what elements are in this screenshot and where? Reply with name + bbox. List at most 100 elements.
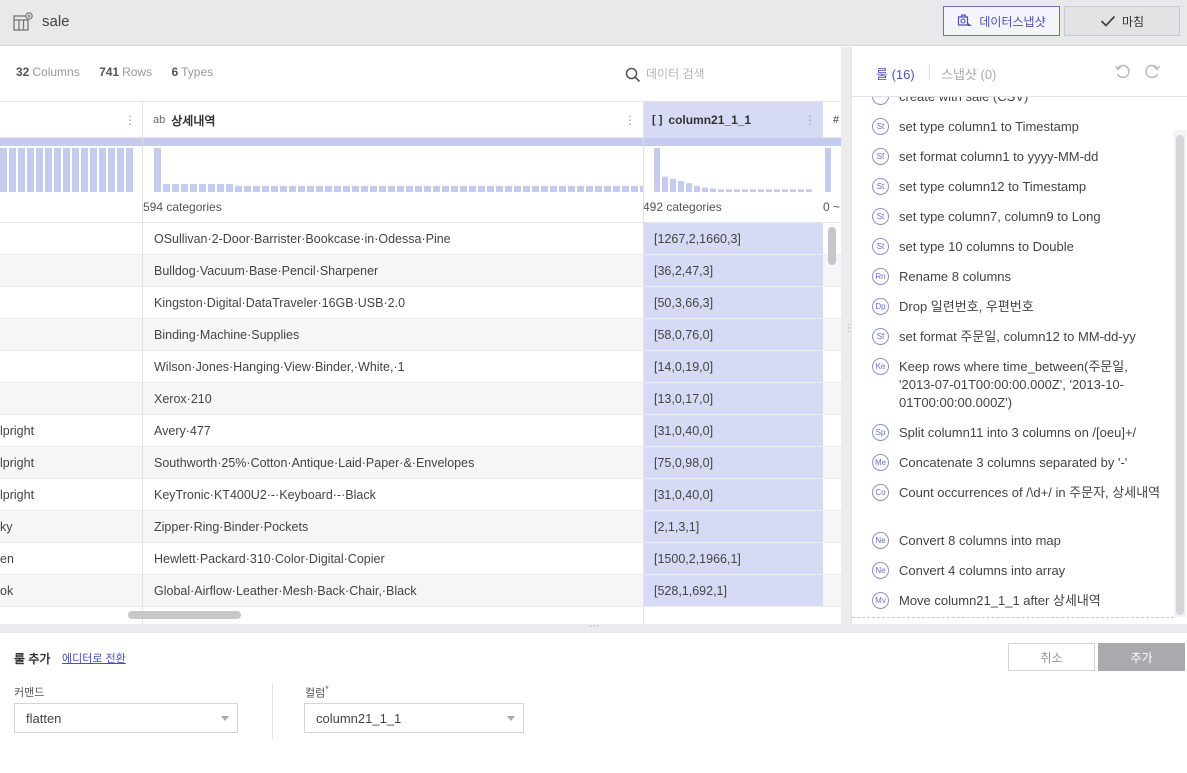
cell-array[interactable]: [2,1,3,1] (643, 511, 823, 542)
histogram-bar[interactable] (613, 185, 620, 192)
histogram-bar[interactable] (352, 185, 359, 192)
histogram-bar[interactable] (325, 185, 332, 192)
cell-desc[interactable]: Zipper·Ring·Binder·Pockets (154, 520, 308, 534)
histogram-bar[interactable] (702, 187, 708, 192)
histogram-bar[interactable] (758, 189, 764, 192)
histogram-bar[interactable] (694, 185, 700, 192)
histogram-bar[interactable] (72, 148, 79, 192)
grid-horizontal-scrollbar[interactable] (0, 607, 841, 621)
cell-desc[interactable]: Hewlett·Packard·310·Color·Digital·Copier (154, 552, 385, 566)
cell-previous[interactable]: en (0, 552, 14, 566)
histogram-bar[interactable] (181, 184, 188, 192)
histogram-bar[interactable] (469, 185, 476, 192)
table-row[interactable]: Xerox·210 [13,0,17,0] (0, 383, 841, 415)
histogram-bar[interactable] (496, 185, 503, 192)
redo-icon[interactable] (1143, 63, 1161, 81)
cell-desc[interactable]: Binding·Machine·Supplies (154, 328, 299, 342)
histogram-bar[interactable] (298, 185, 305, 192)
histogram-bar[interactable] (63, 148, 70, 192)
histogram-bar[interactable] (734, 189, 740, 192)
histogram-bar[interactable] (235, 185, 242, 192)
scroll-thumb[interactable] (828, 227, 836, 265)
histogram-bar[interactable] (523, 185, 530, 192)
cell-array[interactable]: [1267,2,1660,3] (643, 223, 823, 254)
histogram-bar[interactable] (678, 181, 684, 192)
cell-array[interactable]: [1500,2,1966,1] (643, 543, 823, 574)
histogram-bar[interactable] (271, 185, 278, 192)
histogram-bar[interactable] (424, 185, 431, 192)
histogram-bar[interactable] (478, 185, 485, 192)
histogram-bar[interactable] (217, 184, 224, 192)
histogram-bar[interactable] (568, 185, 575, 192)
histogram-bar[interactable] (487, 185, 494, 192)
histogram-bar[interactable] (199, 184, 206, 192)
histogram-bar[interactable] (604, 185, 611, 192)
histogram-bar[interactable] (514, 185, 521, 192)
histogram-bar[interactable] (586, 185, 593, 192)
histogram-bar[interactable] (388, 185, 395, 192)
histogram-bar[interactable] (662, 176, 668, 192)
tab-snapshots[interactable]: 스냅샷 (0) (941, 64, 996, 83)
cell-desc[interactable]: Southworth·25%·Cotton·Antique·Laid·Paper… (154, 456, 474, 470)
cancel-button[interactable]: 취소 (1008, 643, 1095, 671)
cell-desc[interactable]: Kingston·Digital·DataTraveler·16GB·USB·2… (154, 296, 405, 310)
histogram-bar[interactable] (825, 148, 831, 192)
histogram-bar[interactable] (532, 185, 539, 192)
cell-desc[interactable]: Xerox·210 (154, 392, 212, 406)
histogram-bar[interactable] (550, 185, 557, 192)
histogram-bar[interactable] (806, 189, 812, 192)
histogram-bar[interactable] (750, 189, 756, 192)
column-header-selected[interactable]: [ ] column21_1_1 ⋮ (643, 102, 823, 138)
grid-vertical-scrollbar[interactable] (825, 225, 839, 605)
cell-array[interactable]: [75,0,98,0] (643, 447, 823, 478)
histogram-bar[interactable] (244, 185, 251, 192)
cell-array[interactable]: [13,0,17,0] (643, 383, 823, 414)
cell-array[interactable]: [50,3,66,3] (643, 287, 823, 318)
cell-previous[interactable]: lpright (0, 456, 34, 470)
histogram-bar[interactable] (631, 185, 638, 192)
histogram-bar[interactable] (654, 148, 660, 192)
column-header-next[interactable]: # (833, 102, 841, 138)
histogram-bar[interactable] (81, 148, 88, 192)
histogram-bar[interactable] (559, 185, 566, 192)
cell-desc[interactable]: Global·Airflow·Leather·Mesh·Back·Chair,·… (154, 584, 417, 598)
table-row[interactable]: ky Zipper·Ring·Binder·Pockets [2,1,3,1] (0, 511, 841, 543)
table-row[interactable]: Bulldog·Vacuum·Base·Pencil·Sharpener [36,… (0, 255, 841, 287)
switch-to-editor-link[interactable]: 에디터로 전환 (62, 650, 126, 666)
table-row[interactable]: lpright Southworth·25%·Cotton·Antique·Lai… (0, 447, 841, 479)
column-select[interactable]: column21_1_1 (304, 703, 524, 733)
cell-array[interactable]: [31,0,40,0] (643, 479, 823, 510)
histogram-bar[interactable] (379, 185, 386, 192)
histogram-bar[interactable] (154, 148, 161, 192)
histogram-bar[interactable] (433, 185, 440, 192)
histogram-bar[interactable] (361, 185, 368, 192)
histogram-bar[interactable] (280, 185, 287, 192)
histogram-bar[interactable] (710, 188, 716, 192)
horizontal-splitter[interactable]: ⋯ (0, 621, 1187, 633)
histogram-bar[interactable] (415, 185, 422, 192)
histogram-bar[interactable] (27, 148, 34, 192)
column-menu-icon[interactable]: ⋮ (804, 113, 816, 127)
histogram-bar[interactable] (172, 184, 179, 192)
histogram-bar[interactable] (99, 148, 106, 192)
cell-desc[interactable]: OSullivan·2-Door·Barrister·Bookcase·in·O… (154, 232, 451, 246)
histogram-bar[interactable] (577, 185, 584, 192)
histogram-bar[interactable] (397, 185, 404, 192)
histogram-bar[interactable] (774, 189, 780, 192)
histogram-bar[interactable] (9, 148, 16, 192)
table-row[interactable]: lpright Avery·477 [31,0,40,0] (0, 415, 841, 447)
table-row[interactable]: en Hewlett·Packard·310·Color·Digital·Copi… (0, 543, 841, 575)
histogram-bar[interactable] (262, 185, 269, 192)
table-row[interactable]: ok Global·Airflow·Leather·Mesh·Back·Chair… (0, 575, 841, 607)
rule-list-scrollbar[interactable] (1174, 130, 1186, 617)
histogram-bar[interactable] (36, 148, 43, 192)
column-header-desc[interactable]: ab 상세내역 ⋮ (143, 102, 643, 138)
histogram-bar[interactable] (190, 184, 197, 192)
data-snapshot-button[interactable]: 데이터스냅샷 (943, 6, 1060, 36)
histogram-bar[interactable] (0, 148, 7, 192)
column-menu-icon[interactable]: ⋮ (124, 113, 136, 127)
histogram-bar[interactable] (45, 148, 52, 192)
histogram-bar[interactable] (726, 189, 732, 192)
scroll-thumb[interactable] (128, 611, 241, 619)
search-icon[interactable] (625, 67, 641, 83)
